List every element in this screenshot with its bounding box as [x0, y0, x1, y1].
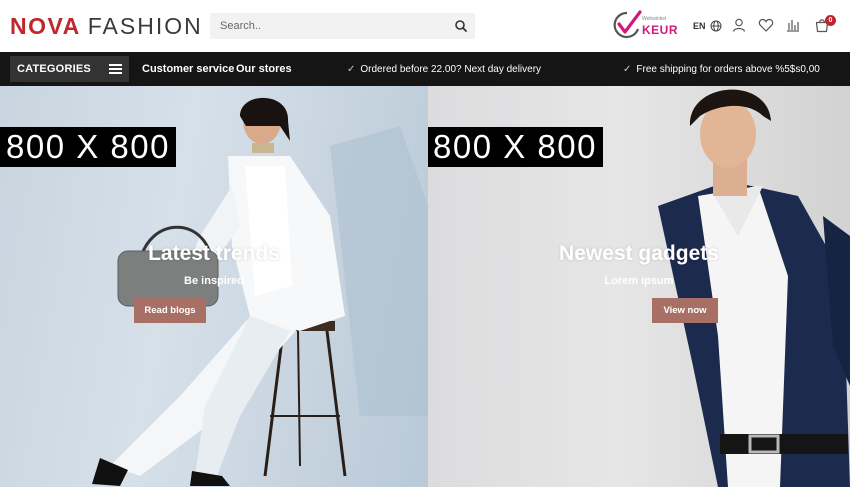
- cart-count-badge: 0: [825, 15, 836, 26]
- globe-icon: [710, 20, 722, 32]
- categories-menu-button[interactable]: CATEGORIES: [10, 56, 129, 82]
- logo-word: FASHION: [87, 12, 203, 39]
- banner-latest-trends[interactable]: 800 X 800 Latest trends Be inspired Read…: [0, 86, 428, 487]
- nav-link-our-stores[interactable]: Our stores: [236, 63, 292, 75]
- view-now-button[interactable]: View now: [652, 298, 718, 323]
- banner-title: Newest gadgets: [559, 242, 719, 265]
- language-switcher[interactable]: EN: [693, 19, 722, 33]
- usp-text: Ordered before 22.00? Next day delivery: [360, 64, 542, 75]
- hamburger-icon: [109, 64, 122, 74]
- search-icon[interactable]: [453, 18, 469, 34]
- banner-title: Latest trends: [148, 242, 280, 265]
- banner-newest-gadgets[interactable]: 800 X 800 Newest gadgets Lorem ipsum Vie…: [428, 86, 850, 487]
- logo-brand: NOVA: [10, 12, 81, 39]
- usp-free-shipping: ✓ Free shipping for orders above %5$s0,0…: [623, 64, 820, 75]
- check-icon: ✓: [347, 64, 356, 75]
- usp-next-day-delivery: ✓ Ordered before 22.00? Next day deliver…: [347, 64, 541, 75]
- user-icon[interactable]: [731, 17, 747, 33]
- language-code: EN: [693, 21, 706, 31]
- search-bar: [210, 13, 475, 39]
- banner-subtitle: Lorem ipsum: [604, 275, 674, 287]
- site-header: NOVA FASHION Webwinkel KEUR EN: [0, 0, 850, 52]
- check-icon: ✓: [623, 64, 632, 75]
- keur-check-icon: [613, 10, 642, 39]
- chart-icon[interactable]: [785, 17, 801, 33]
- main-navbar: CATEGORIES Customer service Our stores ✓…: [0, 52, 850, 86]
- usp-text: Free shipping for orders above %5$s0,00: [636, 64, 820, 75]
- categories-label: CATEGORIES: [17, 63, 91, 75]
- keur-text: KEUR: [642, 23, 679, 37]
- site-logo[interactable]: NOVA FASHION: [10, 13, 203, 39]
- banner-subtitle: Be inspired: [184, 275, 244, 287]
- webwinkelkeur-badge[interactable]: Webwinkel KEUR: [611, 9, 679, 41]
- heart-icon[interactable]: [758, 17, 774, 33]
- placeholder-dimensions-label: 800 X 800: [428, 127, 603, 167]
- read-blogs-button[interactable]: Read blogs: [134, 298, 206, 323]
- search-input[interactable]: [210, 13, 450, 39]
- placeholder-dimensions-label: 800 X 800: [0, 127, 176, 167]
- nav-link-customer-service[interactable]: Customer service: [142, 63, 234, 75]
- keur-small-text: Webwinkel: [642, 16, 667, 22]
